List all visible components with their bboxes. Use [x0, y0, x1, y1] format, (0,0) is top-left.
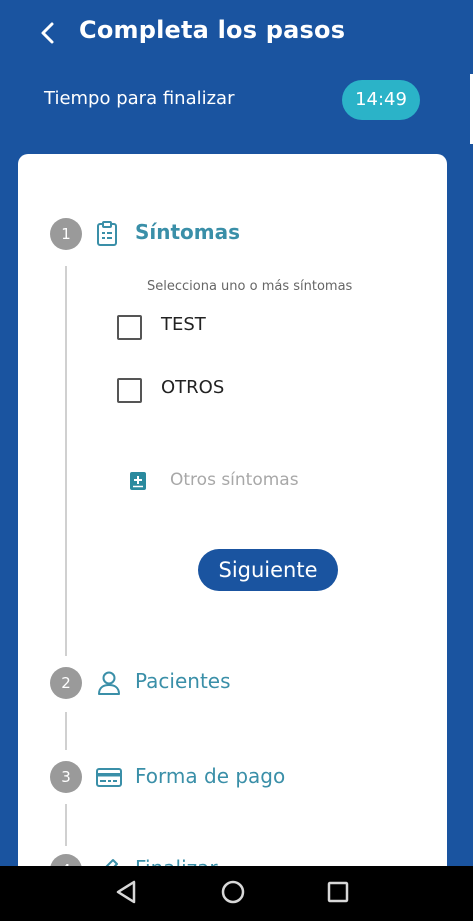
step-number-2: 2: [50, 667, 82, 699]
clipboard-icon: [97, 221, 117, 246]
symptoms-helper-text: Selecciona uno o más síntomas: [147, 279, 353, 294]
android-nav-bar: [0, 866, 473, 921]
back-triangle-icon[interactable]: [114, 879, 138, 905]
steps-card: 1 Síntomas Selecciona uno o más síntomas…: [18, 154, 447, 866]
timer-badge: 14:49: [342, 80, 420, 120]
step-title-symptoms[interactable]: Síntomas: [135, 220, 240, 244]
home-circle-icon[interactable]: [220, 879, 246, 905]
step-number-3: 3: [50, 761, 82, 793]
step-title-finish[interactable]: Finalizar: [135, 856, 218, 866]
other-symptoms-placeholder: Otros síntomas: [170, 470, 299, 490]
checkbox[interactable]: [117, 315, 142, 340]
symptom-label: TEST: [161, 314, 206, 335]
timer-label: Tiempo para finalizar: [44, 88, 235, 109]
symptom-label: OTROS: [161, 377, 225, 398]
credit-card-icon: [96, 768, 122, 787]
back-arrow-icon[interactable]: [36, 20, 60, 46]
timeline-line: [65, 804, 67, 846]
timeline-line: [65, 266, 67, 656]
recents-square-icon[interactable]: [326, 879, 350, 905]
step-number-4: 4: [50, 854, 82, 866]
user-icon: [98, 671, 120, 695]
next-button[interactable]: Siguiente: [198, 549, 338, 591]
app-header: Completa los pasos Tiempo para finalizar…: [0, 0, 473, 150]
page-title: Completa los pasos: [79, 16, 346, 44]
edit-icon: [105, 859, 118, 866]
timeline-line: [65, 712, 67, 750]
add-note-icon: [130, 472, 146, 490]
step-title-patients[interactable]: Pacientes: [135, 669, 231, 693]
step-title-payment[interactable]: Forma de pago: [135, 764, 285, 788]
checkbox[interactable]: [117, 378, 142, 403]
step-number-1: 1: [50, 218, 82, 250]
